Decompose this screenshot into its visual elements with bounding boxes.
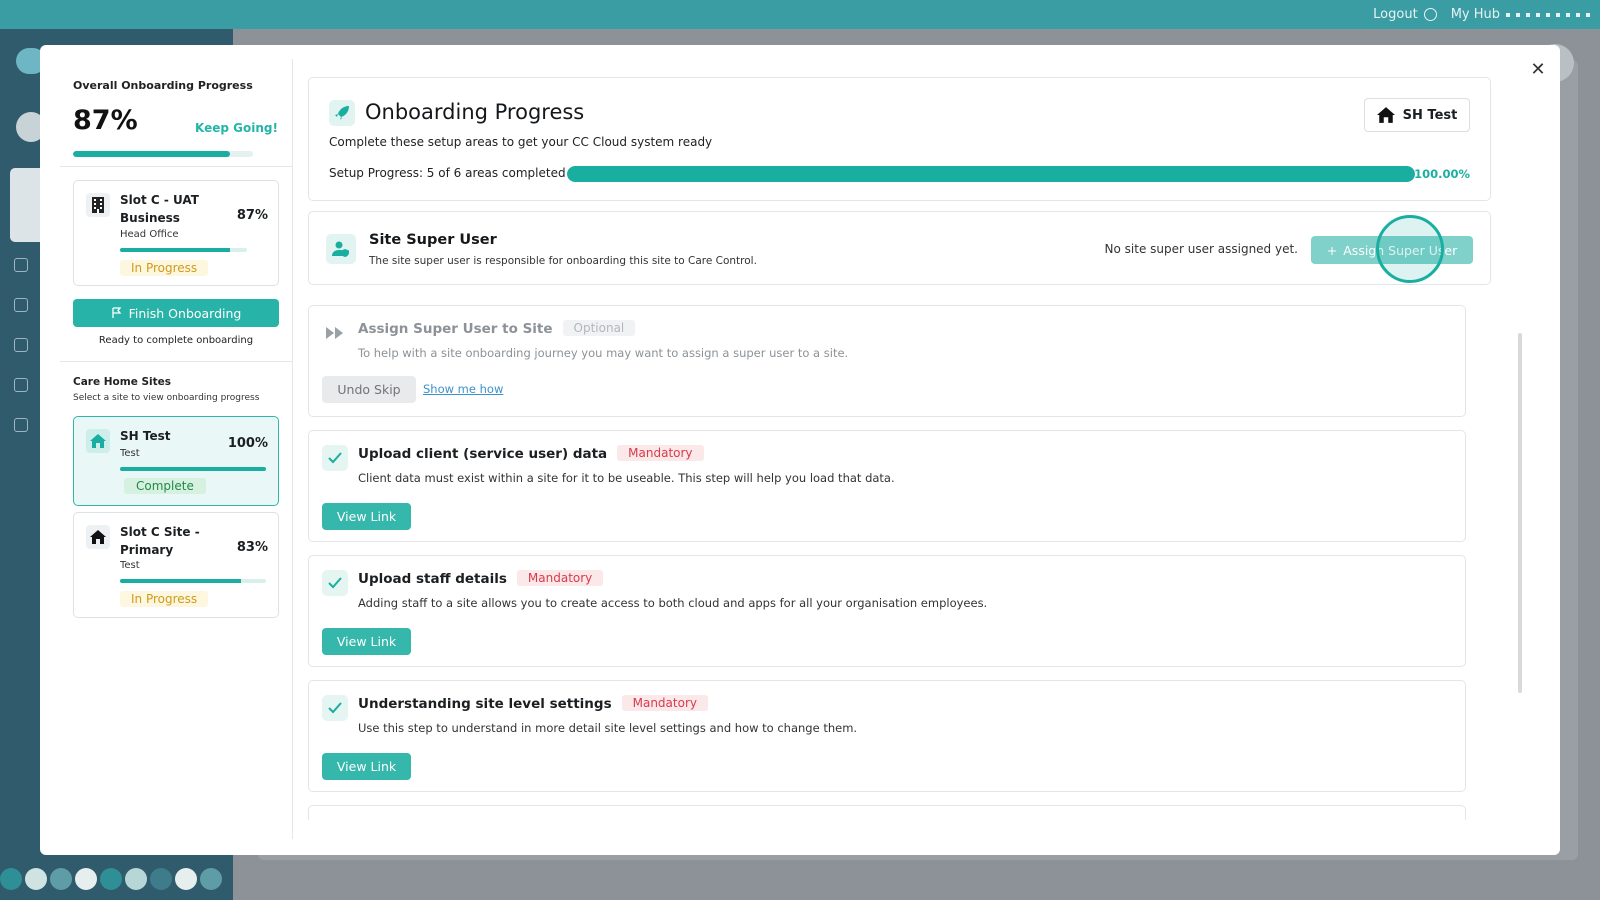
check-icon xyxy=(322,570,348,596)
onboarding-modal: ✕ Overall Onboarding Progress 87% Keep G… xyxy=(40,45,1560,855)
mandatory-badge: Mandatory xyxy=(516,570,604,586)
mandatory-badge: Mandatory xyxy=(621,695,708,711)
click-indicator xyxy=(1376,215,1444,283)
step-next-partial xyxy=(308,805,1466,820)
site-progress-bar xyxy=(120,579,266,583)
top-bar-actions: Logout My Hub xyxy=(1373,0,1590,29)
site-selector-button[interactable]: SH Test xyxy=(1364,98,1470,132)
site-percent: 100% xyxy=(227,436,268,451)
site-progress-bar xyxy=(120,467,266,471)
site-name: Slot C Site - Primary xyxy=(120,525,200,557)
super-user-title: Site Super User xyxy=(369,232,497,248)
current-site-sub: Head Office xyxy=(120,229,179,240)
close-button[interactable]: ✕ xyxy=(1527,59,1549,81)
top-bar: Logout My Hub xyxy=(0,0,1600,29)
step-assign-super-user: Assign Super User to Site Optional To hel… xyxy=(308,305,1466,417)
site-selector-label: SH Test xyxy=(1402,107,1458,123)
super-user-subtitle: The site super user is responsible for o… xyxy=(369,255,757,267)
setup-progress-bar xyxy=(567,166,1415,182)
view-link-button[interactable]: View Link xyxy=(322,503,411,530)
step-description: Use this step to understand in more deta… xyxy=(358,721,858,735)
rocket-icon xyxy=(329,100,355,126)
site-sub: Test xyxy=(120,448,140,459)
current-site-name: Slot C - UAT Business xyxy=(120,193,199,225)
overall-progress-fill xyxy=(73,151,230,157)
keep-going-text: Keep Going! xyxy=(195,121,278,135)
current-site-card[interactable]: Slot C - UAT Business 87% Head Office In… xyxy=(73,180,279,286)
user-shield-icon xyxy=(326,234,356,264)
steps-list: Assign Super User to Site Optional To hel… xyxy=(308,305,1508,820)
chat-icon[interactable] xyxy=(14,378,28,392)
progress-sidebar: Overall Onboarding Progress 87% Keep Goi… xyxy=(60,59,293,839)
skip-forward-icon xyxy=(322,320,348,346)
sites-title: Care Home Sites xyxy=(73,376,172,388)
current-site-progress-bar xyxy=(120,248,247,252)
super-user-card: Site Super User The site super user is r… xyxy=(308,211,1491,285)
step-title: Understanding site level settings Mandato… xyxy=(358,695,708,712)
setup-progress-percent: 100.00% xyxy=(1414,167,1470,181)
check-icon xyxy=(322,445,348,471)
step-upload-staff-details: Upload staff details Mandatory Adding sta… xyxy=(308,555,1466,667)
home-icon xyxy=(1376,107,1395,123)
current-site-percent: 87% xyxy=(236,208,268,223)
step-title: Upload client (service user) data Mandato… xyxy=(358,445,704,462)
my-hub-label: My Hub xyxy=(1450,7,1500,22)
sites-subtitle: Select a site to view onboarding progres… xyxy=(73,393,260,403)
home-icon xyxy=(86,525,110,549)
logout-icon xyxy=(1423,8,1437,21)
step-description: To help with a site onboarding journey y… xyxy=(358,346,849,360)
mail-icon[interactable] xyxy=(14,298,28,312)
status-badge: Complete xyxy=(124,478,206,494)
plus-icon: + xyxy=(1326,242,1338,258)
onboarding-header-card: Onboarding Progress Complete these setup… xyxy=(308,77,1491,201)
overall-title: Overall Onboarding Progress xyxy=(73,79,253,92)
flag-icon xyxy=(111,307,121,318)
profile-icon[interactable] xyxy=(14,258,28,272)
step-title: Upload staff details Mandatory xyxy=(358,570,604,587)
step-site-level-settings: Understanding site level settings Mandato… xyxy=(308,680,1466,792)
decorative-pattern xyxy=(0,862,233,900)
step-upload-client-data: Upload client (service user) data Mandato… xyxy=(308,430,1466,542)
home-icon xyxy=(86,429,110,453)
view-link-button[interactable]: View Link xyxy=(322,628,411,655)
my-hub-link[interactable]: My Hub xyxy=(1451,7,1590,22)
site-card-slot-c-primary[interactable]: Slot C Site - Primary 83% Test In Progre… xyxy=(73,512,279,618)
apps-grid-icon xyxy=(1506,12,1590,17)
site-percent: 83% xyxy=(236,540,268,555)
calendar-icon[interactable] xyxy=(14,338,28,352)
site-sub: Test xyxy=(120,560,140,571)
building-icon xyxy=(86,193,110,217)
optional-badge: Optional xyxy=(562,320,636,336)
steps-scrollbar[interactable] xyxy=(1518,333,1522,693)
overall-progress-bar xyxy=(73,151,253,157)
show-me-how-link[interactable]: Show me how xyxy=(423,382,503,396)
mandatory-badge: Mandatory xyxy=(617,445,704,461)
view-link-button[interactable]: View Link xyxy=(322,753,411,780)
no-super-user-text: No site super user assigned yet. xyxy=(1104,242,1298,256)
setup-progress-label: Setup Progress: 5 of 6 areas completed xyxy=(329,166,566,180)
step-description: Adding staff to a site allows you to cre… xyxy=(358,596,988,610)
check-icon xyxy=(322,695,348,721)
step-title: Assign Super User to Site Optional xyxy=(358,320,636,337)
overall-percent: 87% xyxy=(73,105,138,136)
step-description: Client data must exist within a site for… xyxy=(358,471,895,485)
logout-link[interactable]: Logout xyxy=(1373,7,1437,22)
undo-skip-button[interactable]: Undo Skip xyxy=(322,376,416,403)
site-card-sh-test[interactable]: SH Test 100% Test Complete xyxy=(73,416,279,506)
ready-text: Ready to complete onboarding xyxy=(98,335,254,346)
sidebar-nav xyxy=(14,258,28,432)
logout-label: Logout xyxy=(1373,7,1418,22)
finish-onboarding-label: Finish Onboarding xyxy=(128,305,242,321)
finish-onboarding-button[interactable]: Finish Onboarding xyxy=(73,299,279,327)
site-name: SH Test xyxy=(120,429,171,443)
page-subtitle: Complete these setup areas to get your C… xyxy=(329,135,713,149)
status-badge: In Progress xyxy=(120,260,209,276)
status-badge: In Progress xyxy=(120,591,209,607)
chat-alt-icon[interactable] xyxy=(14,418,28,432)
page-title: Onboarding Progress xyxy=(365,100,585,124)
